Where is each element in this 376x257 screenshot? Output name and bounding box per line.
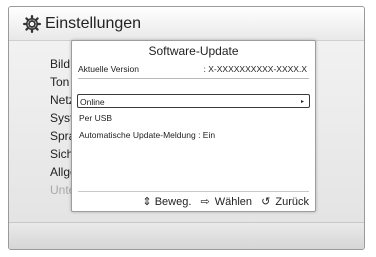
current-version-label: Aktuelle Version <box>78 64 139 74</box>
select-enter-icon: ⇨ <box>200 196 210 208</box>
software-update-dialog: Software-Update Aktuelle Version : X-XXX… <box>71 40 316 212</box>
current-version-value: : X-XXXXXXXXXX-XXXX.X <box>203 64 307 74</box>
return-icon: ↺ <box>261 196 271 208</box>
option-online-label: Online <box>80 97 105 107</box>
settings-header: Einstellungen <box>9 7 364 41</box>
option-auto-update-label: Automatische Update-Meldung : Ein <box>79 130 216 140</box>
dialog-title: Software-Update <box>148 44 239 58</box>
dialog-footer-hints: ⇕ Beweg. ⇨ Wählen ↺ Zurück <box>142 195 309 209</box>
option-per-usb-label: Per USB <box>79 113 113 123</box>
option-online[interactable]: Online ▸ <box>77 94 310 108</box>
move-arrows-icon: ⇕ <box>142 196 152 208</box>
footer-divider <box>78 191 309 192</box>
current-version-row: Aktuelle Version : X-XXXXXXXXXX-XXXX.X <box>78 61 309 77</box>
select-hint-label: Wählen <box>214 196 253 208</box>
gear-icon <box>23 14 41 33</box>
page-title: Einstellungen <box>45 14 142 32</box>
back-hint-label: Zurück <box>275 196 309 208</box>
move-hint-label: Beweg. <box>154 196 192 208</box>
bottom-strip <box>9 222 364 249</box>
option-auto-update-notification[interactable]: Automatische Update-Meldung : Ein <box>77 128 310 142</box>
chevron-right-icon: ▸ <box>300 99 304 105</box>
option-per-usb[interactable]: Per USB <box>77 111 310 125</box>
divider <box>78 78 309 79</box>
